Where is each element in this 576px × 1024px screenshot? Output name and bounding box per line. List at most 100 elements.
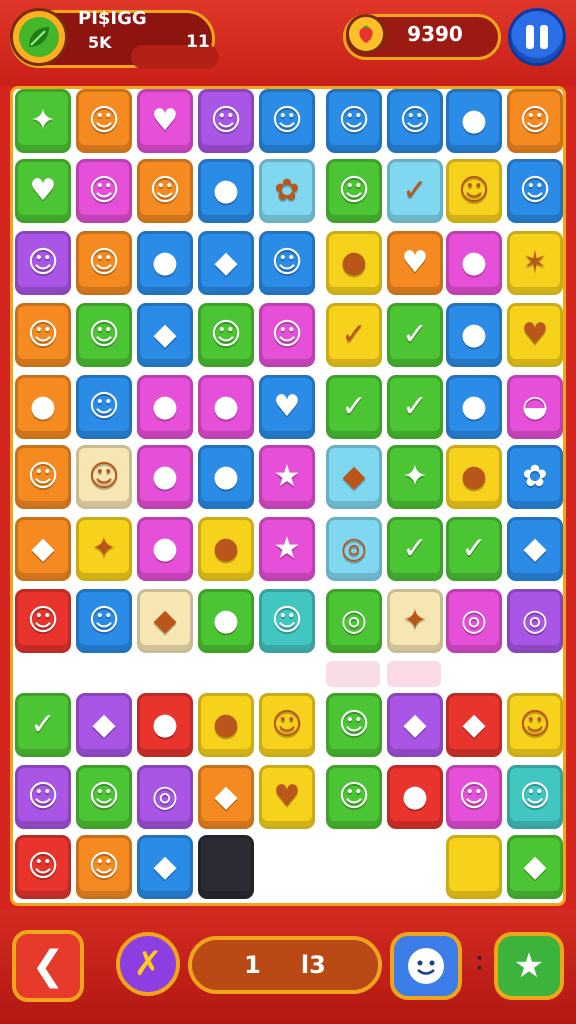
drop-candy-icon[interactable]: ● (137, 445, 193, 509)
face-candy-icon[interactable]: ☺ (76, 231, 132, 295)
ring-candy-icon[interactable]: ◎ (137, 765, 193, 829)
cat-candy-icon[interactable]: ☺ (15, 765, 71, 829)
drop-candy-icon[interactable]: ● (446, 375, 502, 439)
face-candy-icon[interactable]: ☺ (259, 693, 315, 757)
drop-candy-icon[interactable]: ● (446, 89, 502, 153)
leaf-candy-icon[interactable]: ◆ (507, 517, 563, 581)
plain-yellow-tile[interactable] (446, 835, 502, 899)
cat-candy-icon[interactable]: ☺ (446, 765, 502, 829)
ball-candy-icon[interactable]: ● (198, 589, 254, 653)
dragonfly-candy-icon[interactable]: ✶ (507, 231, 563, 295)
leaf-candy-icon[interactable]: ◆ (198, 765, 254, 829)
flame-candy-icon[interactable]: ● (198, 159, 254, 223)
ball-candy-icon[interactable]: ● (446, 445, 502, 509)
lemon-candy-icon[interactable]: ● (326, 231, 382, 295)
leaf-candy-icon[interactable]: ◆ (15, 517, 71, 581)
cat-candy-icon[interactable]: ☺ (259, 589, 315, 653)
ring-candy-icon[interactable]: ◎ (326, 589, 382, 653)
chestnut-candy-icon[interactable]: ☺ (446, 159, 502, 223)
leaf-candy-icon[interactable]: ◆ (137, 589, 193, 653)
heart-candy-icon[interactable]: ♥ (15, 159, 71, 223)
heart-candy-icon[interactable]: ♥ (259, 765, 315, 829)
check-candy-icon[interactable]: ✓ (15, 693, 71, 757)
orange-candy-icon[interactable]: ● (387, 765, 443, 829)
smiley-button[interactable] (390, 932, 462, 1000)
leaf-candy-icon[interactable]: ◆ (76, 693, 132, 757)
cat-candy-icon[interactable]: ☺ (76, 159, 132, 223)
back-button[interactable]: ❮ (12, 930, 84, 1002)
cat-candy-icon[interactable]: ☺ (198, 89, 254, 153)
drop-candy-icon[interactable]: ● (198, 445, 254, 509)
leaf-candy-icon[interactable]: ✦ (15, 89, 71, 153)
face-candy-icon[interactable]: ☺ (507, 765, 563, 829)
flower-candy-icon[interactable]: ✿ (507, 445, 563, 509)
drop-candy-icon[interactable]: ● (198, 375, 254, 439)
drop-candy-icon[interactable]: ● (137, 231, 193, 295)
magic-wand-button[interactable]: ✗ (116, 932, 180, 996)
cat-candy-icon[interactable]: ☺ (507, 159, 563, 223)
moose-candy-icon[interactable]: ✿ (259, 159, 315, 223)
check-candy-icon[interactable]: ✓ (387, 303, 443, 367)
drop-candy-icon[interactable]: ● (137, 375, 193, 439)
cat-candy-icon[interactable]: ☺ (326, 159, 382, 223)
cat-candy-icon[interactable]: ☺ (76, 835, 132, 899)
leaf-badge[interactable] (10, 8, 68, 66)
cat-candy-icon[interactable]: ☺ (259, 89, 315, 153)
shield-candy-icon[interactable]: ♥ (137, 89, 193, 153)
leaf-candy-icon[interactable]: ✦ (76, 517, 132, 581)
heart-candy-icon[interactable]: ♥ (259, 375, 315, 439)
cat-candy-icon[interactable]: ☺ (76, 765, 132, 829)
cat-candy-icon[interactable]: ☺ (15, 231, 71, 295)
cat-candy-icon[interactable]: ☺ (326, 89, 382, 153)
star-button[interactable]: ★ (494, 932, 564, 1000)
blocker-tile[interactable] (198, 835, 254, 899)
pause-button[interactable] (508, 8, 566, 66)
cat-candy-icon[interactable]: ☺ (15, 303, 71, 367)
gem-candy-icon[interactable]: ◆ (137, 303, 193, 367)
check-candy-icon[interactable]: ✓ (326, 375, 382, 439)
check-candy-icon[interactable]: ✓ (387, 159, 443, 223)
leaf-candy-icon[interactable]: ◆ (198, 231, 254, 295)
drop-candy-icon[interactable]: ● (198, 517, 254, 581)
orange-candy-icon[interactable]: ● (15, 375, 71, 439)
chestnut-candy-icon[interactable]: ☺ (76, 445, 132, 509)
check-candy-icon[interactable]: ✓ (387, 517, 443, 581)
face-candy-icon[interactable]: ☺ (76, 589, 132, 653)
cat-candy-icon[interactable]: ☺ (15, 835, 71, 899)
swirl-candy-icon[interactable]: ◎ (446, 589, 502, 653)
leaf-candy-icon[interactable]: ◆ (446, 693, 502, 757)
drop-candy-icon[interactable]: ● (446, 231, 502, 295)
crystal-candy-icon[interactable]: ◆ (137, 835, 193, 899)
bear-candy-icon[interactable]: ✦ (387, 445, 443, 509)
monkey-candy-icon[interactable]: ☺ (259, 303, 315, 367)
face-candy-icon[interactable]: ☺ (326, 765, 382, 829)
star-candy-icon[interactable]: ★ (259, 445, 315, 509)
cat-candy-icon[interactable]: ☺ (326, 693, 382, 757)
planet-candy-icon[interactable]: ◒ (507, 375, 563, 439)
face-candy-icon[interactable]: ☺ (507, 693, 563, 757)
face-candy-icon[interactable]: ☺ (15, 589, 71, 653)
apple-candy-icon[interactable]: ● (137, 693, 193, 757)
check-candy-icon[interactable]: ✓ (326, 303, 382, 367)
cat-candy-icon[interactable]: ☺ (507, 89, 563, 153)
face-candy-icon[interactable]: ☺ (198, 303, 254, 367)
donut-candy-icon[interactable]: ◎ (326, 517, 382, 581)
swirl-candy-icon[interactable]: ◎ (507, 589, 563, 653)
cat-candy-icon[interactable]: ☺ (76, 303, 132, 367)
check-candy-icon[interactable]: ✓ (446, 517, 502, 581)
ball-candy-icon[interactable]: ● (137, 517, 193, 581)
apple-candy-icon[interactable]: ♥ (387, 231, 443, 295)
check-candy-icon[interactable]: ✓ (387, 375, 443, 439)
cat-candy-icon[interactable]: ☺ (259, 231, 315, 295)
bell-candy-icon[interactable]: ✦ (387, 589, 443, 653)
heart-candy-icon[interactable]: ♥ (507, 303, 563, 367)
crystal-candy-icon[interactable]: ◆ (326, 445, 382, 509)
drop-candy-icon[interactable]: ● (446, 303, 502, 367)
face-candy-icon[interactable]: ☺ (76, 89, 132, 153)
leaf-candy-icon[interactable]: ◆ (387, 693, 443, 757)
cat-candy-icon[interactable]: ☺ (387, 89, 443, 153)
star-candy-icon[interactable]: ★ (259, 517, 315, 581)
leaf-candy-icon[interactable]: ◆ (507, 835, 563, 899)
face-candy-icon[interactable]: ☺ (15, 445, 71, 509)
cat-candy-icon[interactable]: ☺ (76, 375, 132, 439)
